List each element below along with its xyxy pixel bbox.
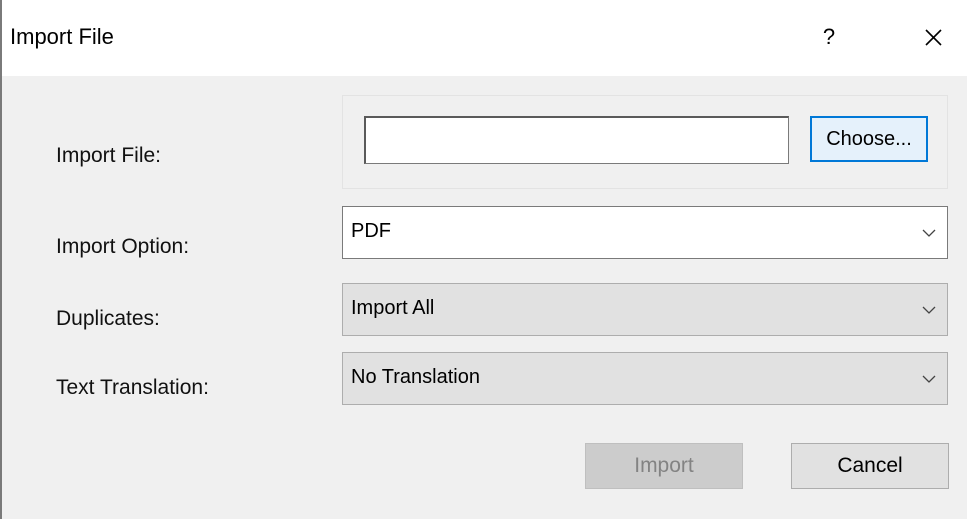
chevron-down-icon	[922, 306, 936, 314]
chevron-down-icon	[922, 375, 936, 383]
title-bar: Import File ?	[2, 0, 967, 76]
duplicates-select[interactable]: Import All	[342, 283, 948, 336]
import-file-dialog: Import File ? Import File: Choose... Imp…	[0, 0, 967, 519]
cancel-button[interactable]: Cancel	[791, 443, 949, 489]
import-file-label: Import File:	[56, 144, 162, 167]
choose-file-button[interactable]: Choose...	[810, 116, 928, 162]
file-chooser-group: Choose...	[342, 95, 948, 189]
import-file-path-input[interactable]	[364, 116, 789, 164]
import-option-select[interactable]: PDF	[342, 206, 948, 259]
import-button[interactable]: Import	[585, 443, 743, 489]
dialog-title: Import File	[10, 24, 114, 49]
help-button[interactable]: ?	[814, 20, 844, 54]
chevron-down-icon	[922, 229, 936, 237]
window-edge	[0, 0, 2, 519]
import-option-value: PDF	[351, 220, 391, 242]
import-option-label: Import Option:	[56, 235, 190, 258]
duplicates-label: Duplicates:	[56, 307, 160, 330]
close-button[interactable]	[915, 20, 951, 54]
text-translation-value: No Translation	[351, 366, 480, 388]
text-translation-select[interactable]: No Translation	[342, 352, 948, 405]
text-translation-label: Text Translation:	[56, 376, 209, 399]
close-icon	[925, 29, 942, 46]
duplicates-value: Import All	[351, 297, 435, 319]
